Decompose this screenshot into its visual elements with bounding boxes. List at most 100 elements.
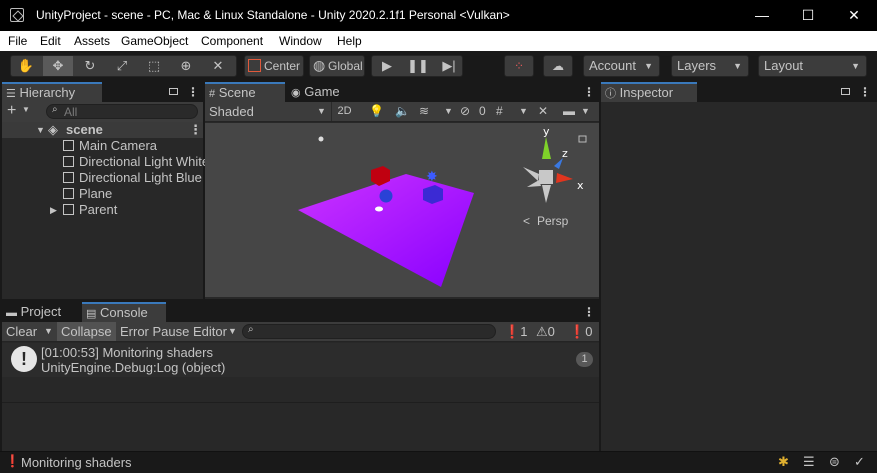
- grid-snap-icon[interactable]: #: [496, 104, 503, 118]
- tab-project[interactable]: ▬ Project: [2, 302, 80, 322]
- error-pause-toggle[interactable]: Error Pause: [116, 322, 193, 341]
- scene-row[interactable]: ▼ ◈ scene ⋮: [2, 122, 203, 138]
- chevron-down-icon[interactable]: ▼: [224, 322, 241, 341]
- layout-dropdown[interactable]: Layout ▼: [758, 55, 867, 77]
- scene-viewport[interactable]: ✸ y z x < Persp: [205, 123, 599, 297]
- tab-game[interactable]: ◉ Game: [287, 82, 357, 102]
- more-options-icon[interactable]: ⋮: [583, 85, 595, 99]
- projection-label[interactable]: Persp: [537, 214, 569, 228]
- lighting-icon[interactable]: 💡: [369, 104, 384, 118]
- console-tab-label: Console: [100, 305, 148, 320]
- add-icon[interactable]: +: [7, 102, 16, 120]
- move-tool-icon[interactable]: ✥: [43, 56, 73, 76]
- small-light-gizmo-icon[interactable]: [375, 206, 383, 212]
- play-icon[interactable]: ▶: [372, 56, 402, 76]
- collab-icon[interactable]: ⁘: [504, 55, 534, 77]
- lock-icon[interactable]: [169, 88, 178, 95]
- more-options-icon[interactable]: ⋮: [859, 85, 871, 99]
- clear-button[interactable]: Clear: [2, 322, 41, 341]
- tools-icon[interactable]: ✕: [538, 104, 548, 118]
- pause-icon[interactable]: ❚❚: [403, 56, 433, 76]
- pivot-center-icon: [248, 59, 261, 72]
- light-gizmo-icon[interactable]: ✸: [426, 169, 438, 185]
- progress-icon[interactable]: ⊜: [829, 454, 840, 470]
- orientation-gizmo[interactable]: y z x: [523, 125, 584, 203]
- chevron-down-icon[interactable]: ▼: [444, 106, 453, 116]
- space-toggle[interactable]: ◍ Global: [309, 55, 365, 77]
- cloud-icon[interactable]: ☁: [543, 55, 573, 77]
- check-icon[interactable]: ✓: [854, 454, 865, 470]
- more-options-icon[interactable]: ⋮: [187, 85, 199, 99]
- tab-console[interactable]: ▤ Console: [82, 302, 166, 322]
- lock-icon[interactable]: [841, 88, 850, 95]
- list-item[interactable]: Directional Light Blue: [2, 170, 203, 186]
- more-options-icon[interactable]: ⋮: [583, 305, 595, 319]
- effects-icon[interactable]: ≋: [419, 104, 429, 118]
- camera-icon[interactable]: ▬: [563, 104, 575, 118]
- gameobject-icon: [63, 204, 74, 215]
- menu-file[interactable]: File: [8, 34, 27, 48]
- tab-hierarchy[interactable]: ☰ Hierarchy: [2, 82, 102, 102]
- rotate-tool-icon[interactable]: ↻: [75, 56, 105, 76]
- transform-tool-icon[interactable]: ⊕: [171, 56, 201, 76]
- list-item[interactable]: ▶ Parent: [2, 202, 203, 218]
- 2d-toggle[interactable]: 2D: [331, 102, 357, 121]
- menu-assets[interactable]: Assets: [74, 34, 110, 48]
- axis-y-label: y: [543, 125, 550, 138]
- lock-icon[interactable]: [578, 135, 587, 143]
- chevron-down-icon[interactable]: ▼: [22, 105, 30, 114]
- console-entry[interactable]: ! [01:00:53] Monitoring shaders UnityEng…: [2, 343, 599, 377]
- warning-filter-toggle[interactable]: ⚠0: [532, 322, 559, 341]
- pivot-toggle[interactable]: Center: [244, 55, 304, 77]
- maximize-button[interactable]: ☐: [785, 0, 831, 31]
- list-item[interactable]: Plane: [2, 186, 203, 202]
- minimize-button[interactable]: —: [739, 0, 785, 31]
- console-tabbar: ▬ Project ▤ Console ⋮: [2, 302, 599, 322]
- step-icon[interactable]: ▶|: [434, 56, 464, 76]
- expand-arrow-icon[interactable]: ▼: [36, 122, 45, 138]
- log-filter-toggle[interactable]: ❗1: [500, 322, 531, 341]
- menu-gameobject[interactable]: GameObject: [121, 34, 188, 48]
- item-label: Directional Light Blue: [79, 170, 202, 185]
- rect-tool-icon[interactable]: ⬚: [139, 56, 169, 76]
- tab-inspector[interactable]: ⓘ Inspector: [601, 82, 697, 102]
- hidden-objects-icon[interactable]: ⊘: [460, 104, 470, 118]
- expand-arrow-icon[interactable]: ▶: [50, 202, 57, 218]
- unity-scene-icon: ◈: [48, 122, 58, 137]
- close-button[interactable]: ✕: [831, 0, 877, 31]
- menu-edit[interactable]: Edit: [40, 34, 61, 48]
- list-item[interactable]: Main Camera: [2, 138, 203, 154]
- scale-tool-icon[interactable]: ⤢: [107, 56, 137, 76]
- console-search-input[interactable]: ⌕: [242, 324, 496, 339]
- scene-tabbar: # Scene ◉ Game ⋮: [205, 82, 599, 102]
- bug-icon[interactable]: ✱: [778, 454, 789, 470]
- shading-mode-dropdown[interactable]: Shaded: [209, 104, 254, 119]
- custom-tool-icon[interactable]: ✕: [203, 56, 233, 76]
- hand-tool-icon[interactable]: ✋: [11, 56, 41, 76]
- menu-component[interactable]: Component: [201, 34, 263, 48]
- menu-help[interactable]: Help: [337, 34, 362, 48]
- error-filter-toggle[interactable]: ❗0: [565, 322, 596, 341]
- unity-logo-icon: [10, 8, 24, 22]
- chevron-down-icon[interactable]: ▼: [519, 106, 528, 116]
- gameobject-icon: [63, 156, 74, 167]
- chevron-down-icon[interactable]: ▼: [40, 322, 57, 341]
- status-message[interactable]: Monitoring shaders: [21, 455, 132, 470]
- audio-icon[interactable]: 🔈: [395, 104, 410, 118]
- chevron-down-icon[interactable]: ▼: [317, 106, 326, 116]
- layers-dropdown[interactable]: Layers ▼: [671, 55, 749, 77]
- blue-sphere-object[interactable]: [379, 189, 393, 203]
- collapse-toggle[interactable]: Collapse: [57, 322, 116, 341]
- tab-scene[interactable]: # Scene: [205, 82, 285, 102]
- cache-icon[interactable]: ☰: [803, 454, 815, 470]
- chevron-down-icon[interactable]: ▼: [581, 106, 590, 116]
- hierarchy-search-input[interactable]: ⌕ All: [46, 104, 198, 119]
- scene-tab-label: Scene: [218, 85, 256, 100]
- account-dropdown[interactable]: Account ▼: [583, 55, 660, 77]
- game-tab-label: Game: [304, 84, 340, 99]
- title-bar: UnityProject - scene - PC, Mac & Linux S…: [0, 0, 877, 31]
- menu-window[interactable]: Window: [279, 34, 322, 48]
- list-item[interactable]: Directional Light White: [2, 154, 209, 170]
- more-options-icon[interactable]: ⋮: [189, 122, 202, 138]
- light-gizmo-icon[interactable]: [318, 136, 324, 142]
